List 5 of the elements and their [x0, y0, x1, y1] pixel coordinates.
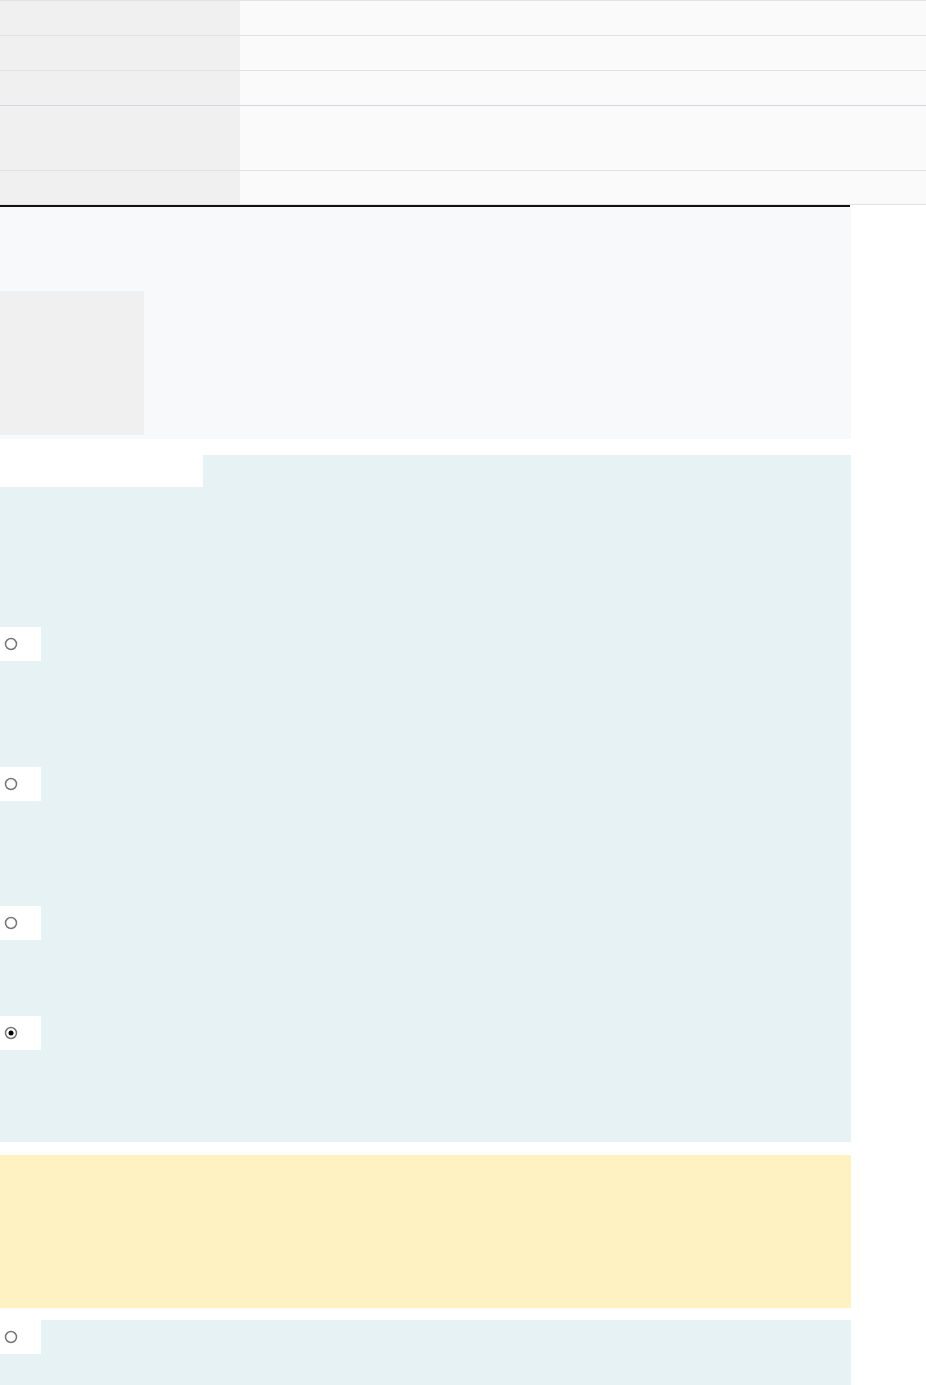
- radio-button[interactable]: [4, 916, 18, 930]
- radio-button[interactable]: [4, 637, 18, 651]
- radio-button[interactable]: [4, 1330, 18, 1344]
- radio-button[interactable]: [4, 777, 18, 791]
- radio-button[interactable]: [4, 1026, 18, 1040]
